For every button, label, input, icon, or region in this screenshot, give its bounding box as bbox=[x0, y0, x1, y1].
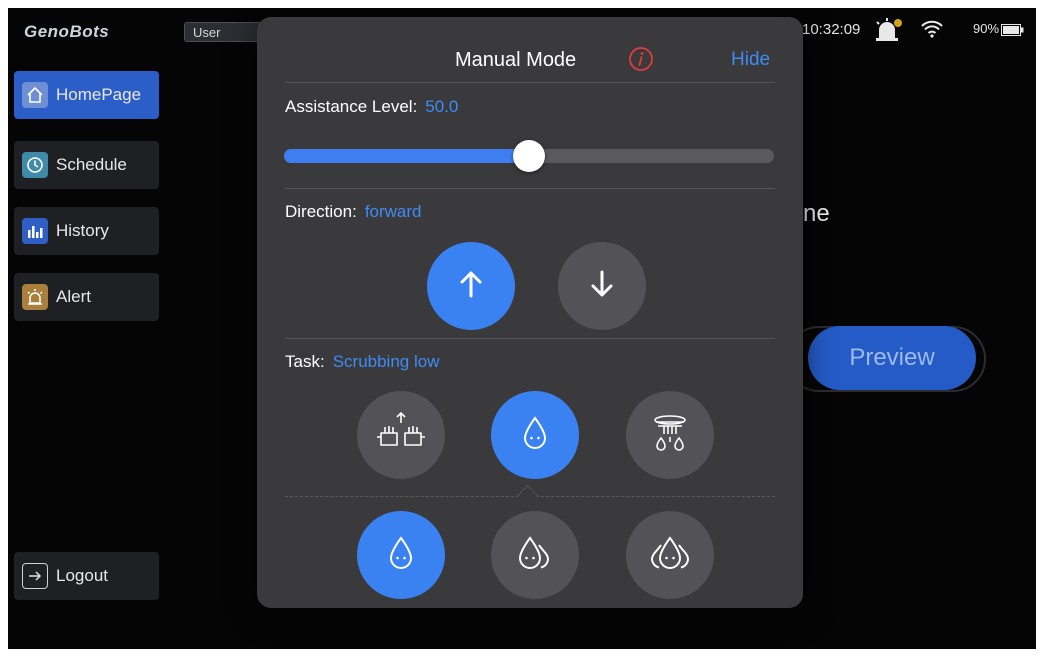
sidebar-item-homepage[interactable]: HomePage bbox=[14, 71, 159, 119]
assistance-level-value: 50.0 bbox=[425, 97, 459, 116]
sidebar-item-label: HomePage bbox=[56, 85, 142, 104]
selection-pointer bbox=[516, 484, 539, 507]
task-value: Scrubbing low bbox=[332, 352, 440, 371]
assistance-level-label: Assistance Level: bbox=[285, 97, 418, 116]
task-water-button[interactable] bbox=[491, 391, 579, 479]
direction-row: Direction: forward bbox=[285, 202, 422, 222]
sidebar-item-alert[interactable]: Alert bbox=[14, 273, 159, 321]
robot-control-screen: GenoBots User 10:32:09 90% HomePage Sche… bbox=[8, 8, 1036, 649]
water-drop-icon bbox=[520, 415, 550, 456]
battery-percent: 90% bbox=[973, 21, 1000, 36]
water-level-low-button[interactable] bbox=[357, 511, 445, 599]
home-icon bbox=[22, 82, 48, 108]
sidebar-item-history[interactable]: History bbox=[14, 207, 159, 255]
battery-icon bbox=[1001, 23, 1025, 41]
logout-button[interactable]: Logout bbox=[14, 552, 159, 600]
direction-backward-button[interactable] bbox=[558, 242, 646, 330]
slider-fill bbox=[284, 149, 529, 163]
arrow-down-icon bbox=[586, 268, 618, 305]
logout-icon bbox=[22, 563, 48, 589]
arrow-up-icon bbox=[455, 268, 487, 305]
dialog-title: Manual Mode bbox=[455, 49, 577, 71]
shower-spray-icon bbox=[650, 412, 690, 459]
user-badge[interactable]: User bbox=[184, 22, 262, 42]
water-level-medium-button[interactable] bbox=[491, 511, 579, 599]
assistance-level-slider[interactable] bbox=[284, 140, 774, 172]
sidebar-item-schedule[interactable]: Schedule bbox=[14, 141, 159, 189]
genobots-logo: GenoBots bbox=[24, 22, 110, 41]
divider bbox=[285, 82, 775, 83]
water-level-high-button[interactable] bbox=[626, 511, 714, 599]
sidebar-item-label: History bbox=[56, 221, 109, 240]
background-title-fragment: ne bbox=[803, 200, 830, 227]
divider bbox=[285, 188, 775, 189]
preview-button[interactable]: Preview bbox=[808, 326, 976, 390]
single-drop-icon bbox=[386, 535, 416, 576]
status-time: 10:32:09 bbox=[802, 21, 861, 38]
assistance-level-row: Assistance Level: 50.0 bbox=[285, 97, 458, 117]
direction-forward-button[interactable] bbox=[427, 242, 515, 330]
triple-drop-icon bbox=[644, 535, 696, 576]
bar-chart-icon bbox=[22, 218, 48, 244]
task-shower-button[interactable] bbox=[626, 391, 714, 479]
task-row: Task: Scrubbing low bbox=[285, 352, 439, 372]
manual-mode-dialog: Manual Mode Hide Assistance Level: 50.0 D… bbox=[257, 17, 803, 608]
hide-button[interactable]: Hide bbox=[731, 49, 770, 71]
wifi-icon bbox=[920, 20, 944, 43]
dialog-header: Manual Mode Hide bbox=[257, 17, 803, 83]
divider bbox=[285, 338, 775, 339]
clock-icon bbox=[22, 152, 48, 178]
direction-label: Direction: bbox=[285, 202, 357, 221]
alarm-bell-icon bbox=[22, 284, 48, 310]
task-label: Task: bbox=[285, 352, 325, 371]
hand-scrub-icon bbox=[375, 411, 427, 460]
sidebar-item-label: Alert bbox=[56, 287, 91, 306]
slider-thumb[interactable] bbox=[513, 140, 545, 172]
double-drop-icon bbox=[514, 535, 556, 576]
alarm-bell-icon bbox=[874, 16, 904, 47]
logout-label: Logout bbox=[56, 566, 108, 585]
info-icon[interactable] bbox=[628, 46, 654, 77]
direction-value: forward bbox=[364, 202, 422, 221]
task-scrub-button[interactable] bbox=[357, 391, 445, 479]
sidebar-item-label: Schedule bbox=[56, 155, 127, 174]
